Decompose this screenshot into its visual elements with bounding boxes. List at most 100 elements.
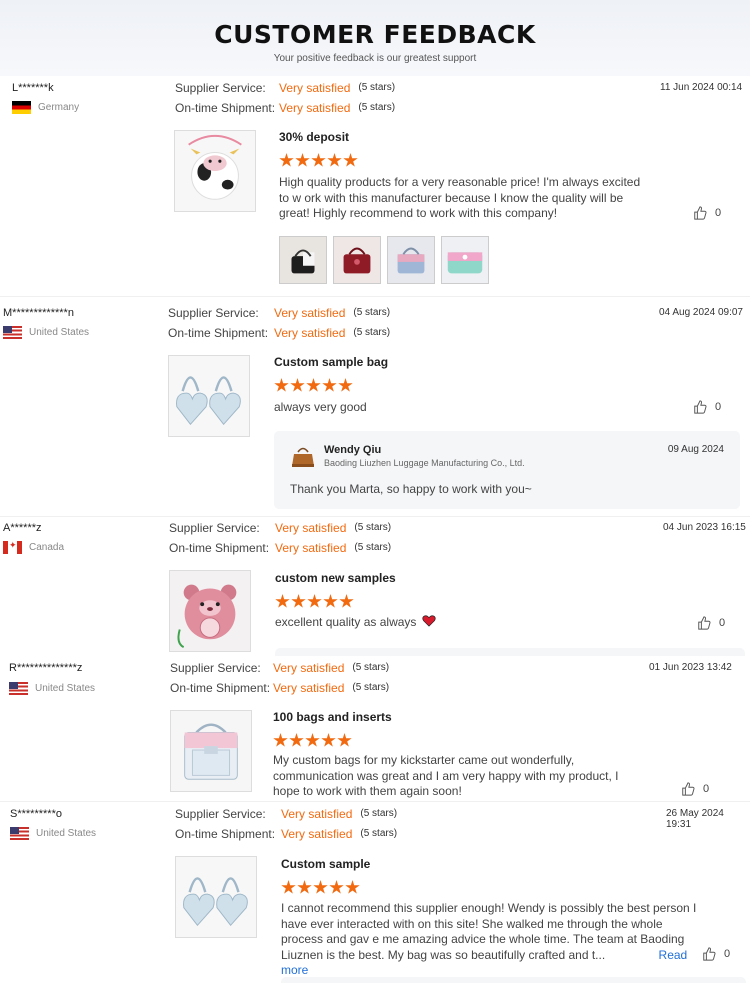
like-button[interactable]: 0 xyxy=(697,616,725,630)
germany-flag-icon xyxy=(12,101,31,114)
heart-bags-image xyxy=(169,356,249,436)
reviewer-country: Germany xyxy=(12,101,79,114)
satchel-bag-image xyxy=(171,711,251,791)
page-header: CUSTOMER FEEDBACK Your positive feedback… xyxy=(0,0,750,76)
reviewer-name: A******z xyxy=(3,522,42,534)
reviewer-name: M*************n xyxy=(3,307,74,319)
product-thumbnail[interactable] xyxy=(174,130,256,212)
reply-panel-edge xyxy=(275,648,745,656)
review-title: Custom sample bag xyxy=(274,355,389,369)
star-rating xyxy=(274,378,353,393)
review-text: excellent quality as always xyxy=(275,615,436,631)
like-button[interactable]: 0 xyxy=(702,947,730,961)
star-rating xyxy=(279,153,358,168)
review-text: My custom bags for my kickstarter came o… xyxy=(273,753,619,798)
star-rating xyxy=(281,880,360,895)
reply-author: Wendy Qiu xyxy=(324,444,382,456)
reviewer-country: United States xyxy=(10,827,96,840)
star-icon xyxy=(275,594,290,608)
product-thumbnail[interactable] xyxy=(170,710,252,792)
avatar xyxy=(292,447,314,467)
rating-summary: Supplier Service: Very satisfied (5 stars)… xyxy=(169,521,392,555)
star-icon xyxy=(313,880,328,894)
star-icon xyxy=(307,594,322,608)
review-photo[interactable] xyxy=(387,236,435,284)
star-icon xyxy=(343,153,358,167)
divider xyxy=(0,516,750,517)
review-date: 26 May 2024 19:31 xyxy=(666,808,724,830)
review-photo[interactable] xyxy=(441,236,489,284)
like-button[interactable]: 0 xyxy=(681,782,709,796)
star-icon xyxy=(281,880,296,894)
star-icon xyxy=(345,880,360,894)
star-icon xyxy=(273,733,288,747)
product-thumbnail[interactable] xyxy=(169,570,251,652)
thumbs-up-icon xyxy=(703,947,716,961)
star-icon xyxy=(327,153,342,167)
us-flag-icon xyxy=(3,326,22,339)
thumbs-up-icon xyxy=(698,616,711,630)
thumbs-up-icon xyxy=(694,400,707,414)
bag-photo-pastel xyxy=(442,237,488,283)
supplier-reply: Wendy Qiu Baoding Liuzhen Luggage Manufa… xyxy=(274,431,740,509)
review-photo[interactable] xyxy=(279,236,327,284)
rating-summary: Supplier Service: Very satisfied (5 stars)… xyxy=(175,807,398,841)
divider xyxy=(0,296,750,297)
us-flag-icon xyxy=(10,827,29,840)
reviewer-country: United States xyxy=(3,326,89,339)
like-count: 0 xyxy=(703,783,710,795)
star-icon xyxy=(274,378,289,392)
star-icon xyxy=(322,378,337,392)
reviewer-name: L*******k xyxy=(12,82,54,94)
bear-bag-image xyxy=(170,571,250,651)
star-icon xyxy=(295,153,310,167)
star-icon xyxy=(321,733,336,747)
thumbs-up-icon xyxy=(682,782,695,796)
reviewer-country: United States xyxy=(9,682,95,695)
star-icon xyxy=(297,880,312,894)
us-flag-icon xyxy=(9,682,28,695)
reviewer-name: S*********o xyxy=(10,808,62,820)
review-text: always very good xyxy=(274,400,367,414)
star-icon xyxy=(329,880,344,894)
thumbs-up-icon xyxy=(694,206,707,220)
review-title: custom new samples xyxy=(275,571,396,585)
star-icon xyxy=(306,378,321,392)
star-rating xyxy=(273,733,352,748)
star-rating xyxy=(275,594,354,609)
review-title: 100 bags and inserts xyxy=(273,710,392,724)
review-date: 11 Jun 2024 00:14 xyxy=(660,82,743,93)
like-count: 0 xyxy=(719,617,726,629)
rating-summary: Supplier Service: Very satisfied (5 stars)… xyxy=(170,661,390,695)
review-date: 04 Jun 2023 16:15 xyxy=(663,522,746,533)
reply-date: 09 Aug 2024 xyxy=(667,444,724,455)
like-count: 0 xyxy=(715,207,722,219)
page-title: CUSTOMER FEEDBACK xyxy=(214,20,536,49)
cow-bag-image xyxy=(175,131,255,211)
star-icon xyxy=(305,733,320,747)
heart-emoji-icon xyxy=(422,615,436,627)
like-count: 0 xyxy=(724,948,731,960)
bag-photo-black xyxy=(280,237,326,283)
reply-panel-edge xyxy=(281,977,746,983)
star-icon xyxy=(279,153,294,167)
like-button[interactable]: 0 xyxy=(693,400,721,414)
rating-summary: Supplier Service: Very satisfied (5 stars)… xyxy=(175,81,396,115)
like-button[interactable]: 0 xyxy=(693,206,721,220)
review-title: Custom sample xyxy=(281,857,371,871)
canada-flag-icon xyxy=(3,541,22,554)
review-text: High quality products for a very reasona… xyxy=(279,175,641,220)
star-icon xyxy=(338,378,353,392)
product-thumbnail[interactable] xyxy=(175,856,257,938)
review-photo[interactable] xyxy=(333,236,381,284)
review-photos xyxy=(279,236,489,284)
review-date: 04 Aug 2024 09:07 xyxy=(659,307,743,318)
product-thumbnail[interactable] xyxy=(168,355,250,437)
bag-photo-red xyxy=(334,237,380,283)
reply-company: Baoding Liuzhen Luggage Manufacturing Co… xyxy=(324,458,525,468)
divider xyxy=(0,801,750,802)
star-icon xyxy=(290,378,305,392)
star-icon xyxy=(291,594,306,608)
reviewer-name: R**************z xyxy=(9,662,83,674)
heart-bags-image xyxy=(176,857,256,937)
